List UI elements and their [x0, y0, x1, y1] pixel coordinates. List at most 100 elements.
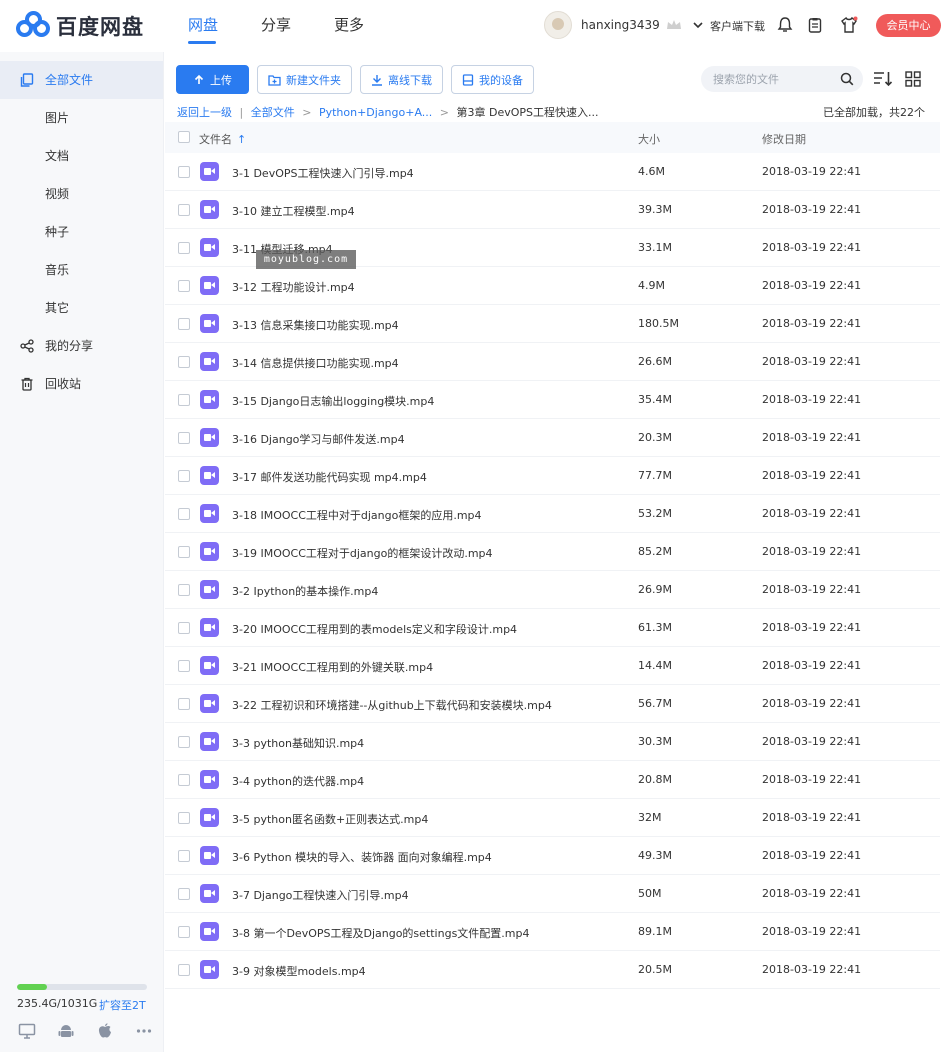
row-checkbox[interactable] [178, 850, 190, 862]
table-row[interactable]: 3-5 python匿名函数+正则表达式.mp4 32M 2018-03-19 22… [165, 799, 940, 837]
vip-center-button[interactable]: 会员中心 [876, 14, 941, 37]
table-row[interactable]: 3-16 Django学习与邮件发送.mp4 20.3M 2018-03-19 22… [165, 419, 940, 457]
table-row[interactable]: 3-6 Python 模块的导入、装饰器 面向对象编程.mp4 49.3M 2018… [165, 837, 940, 875]
row-checkbox[interactable] [178, 660, 190, 672]
grid-view-icon[interactable] [903, 70, 923, 88]
column-header-name[interactable]: 文件名 ↑ [199, 131, 246, 147]
client-download-link[interactable]: 客户端下载 [710, 18, 765, 34]
row-checkbox[interactable] [178, 394, 190, 406]
row-checkbox[interactable] [178, 280, 190, 292]
file-name[interactable]: 3-2 Ipython的基本操作.mp4 [232, 583, 378, 599]
file-name[interactable]: 3-15 Django日志输出logging模块.mp4 [232, 393, 434, 409]
sidebar-item-all-files[interactable]: 全部文件 [0, 61, 163, 99]
table-row[interactable]: 3-13 信息采集接口功能实现.mp4 180.5M 2018-03-19 22:4… [165, 305, 940, 343]
table-row[interactable]: 3-20 IMOOCC工程用到的表models定义和字段设计.mp4 61.3M 2… [165, 609, 940, 647]
sidebar-item-my-shares[interactable]: 我的分享 [0, 327, 163, 365]
offline-download-button[interactable]: 离线下载 [360, 65, 443, 94]
row-checkbox[interactable] [178, 242, 190, 254]
table-row[interactable]: 3-17 邮件发送功能代码实现 mp4.mp4 77.7M 2018-03-19 2… [165, 457, 940, 495]
row-checkbox[interactable] [178, 508, 190, 520]
column-header-size[interactable]: 大小 [638, 131, 660, 147]
row-checkbox[interactable] [178, 888, 190, 900]
desktop-icon[interactable] [18, 1022, 36, 1040]
file-name[interactable]: 3-3 python基础知识.mp4 [232, 735, 364, 751]
table-row[interactable]: 3-22 工程初识和环境搭建--从github上下载代码和安装模块.mp4 56.… [165, 685, 940, 723]
file-name[interactable]: 3-4 python的迭代器.mp4 [232, 773, 364, 789]
table-row[interactable]: 3-3 python基础知识.mp4 30.3M 2018-03-19 22:41 [165, 723, 940, 761]
nav-netdisk[interactable]: 网盘 [188, 0, 261, 52]
user-menu[interactable]: hanxing3439 [544, 11, 704, 39]
file-name[interactable]: 3-6 Python 模块的导入、装饰器 面向对象编程.mp4 [232, 849, 492, 865]
file-name[interactable]: 3-16 Django学习与邮件发送.mp4 [232, 431, 405, 447]
search-input[interactable] [713, 71, 833, 87]
table-row[interactable]: 3-19 IMOOCC工程对于django的框架设计改动.mp4 85.2M 201… [165, 533, 940, 571]
sidebar-item-images[interactable]: 图片 [0, 99, 163, 137]
row-checkbox[interactable] [178, 622, 190, 634]
bell-icon[interactable] [776, 16, 794, 34]
android-icon[interactable] [57, 1022, 75, 1040]
file-name[interactable]: 3-13 信息采集接口功能实现.mp4 [232, 317, 399, 333]
file-name[interactable]: 3-8 第一个DevOPS工程及Django的settings文件配置.mp4 [232, 925, 530, 941]
sidebar-item-documents[interactable]: 文档 [0, 137, 163, 175]
row-checkbox[interactable] [178, 736, 190, 748]
file-name[interactable]: 3-22 工程初识和环境搭建--从github上下载代码和安装模块.mp4 [232, 697, 552, 713]
sidebar-item-torrents[interactable]: 种子 [0, 213, 163, 251]
search-box[interactable] [701, 66, 863, 92]
tshirt-icon[interactable] [840, 16, 858, 34]
row-checkbox[interactable] [178, 926, 190, 938]
sidebar-item-recycle-bin[interactable]: 回收站 [0, 365, 163, 403]
expand-storage-link[interactable]: 扩容至2T [99, 997, 146, 1013]
sort-icon[interactable] [873, 70, 893, 88]
table-row[interactable]: 3-4 python的迭代器.mp4 20.8M 2018-03-19 22:41 [165, 761, 940, 799]
row-checkbox[interactable] [178, 166, 190, 178]
row-checkbox[interactable] [178, 204, 190, 216]
breadcrumb-parent[interactable]: Python+Django+A... [319, 106, 432, 119]
table-row[interactable]: 3-18 IMOOCC工程中对于django框架的应用.mp4 53.2M 2018… [165, 495, 940, 533]
file-name[interactable]: 3-21 IMOOCC工程用到的外键关联.mp4 [232, 659, 433, 675]
file-name[interactable]: 3-17 邮件发送功能代码实现 mp4.mp4 [232, 469, 427, 485]
file-name[interactable]: 3-7 Django工程快速入门引导.mp4 [232, 887, 409, 903]
table-row[interactable]: 3-2 Ipython的基本操作.mp4 26.9M 2018-03-19 22:4… [165, 571, 940, 609]
file-name[interactable]: 3-14 信息提供接口功能实现.mp4 [232, 355, 399, 371]
file-name[interactable]: 3-20 IMOOCC工程用到的表models定义和字段设计.mp4 [232, 621, 517, 637]
row-checkbox[interactable] [178, 432, 190, 444]
logo[interactable]: 百度网盘 [16, 11, 144, 41]
breadcrumb-back[interactable]: 返回上一级 [177, 106, 232, 119]
file-name[interactable]: 3-1 DevOPS工程快速入门引导.mp4 [232, 165, 414, 181]
nav-share[interactable]: 分享 [261, 0, 334, 52]
file-name[interactable]: 3-10 建立工程模型.mp4 [232, 203, 355, 219]
sidebar-item-videos[interactable]: 视频 [0, 175, 163, 213]
new-folder-button[interactable]: 新建文件夹 [257, 65, 352, 94]
row-checkbox[interactable] [178, 698, 190, 710]
more-options-icon[interactable] [135, 1022, 153, 1040]
sidebar-item-other[interactable]: 其它 [0, 289, 163, 327]
file-name[interactable]: 3-9 对象模型models.mp4 [232, 963, 366, 979]
row-checkbox[interactable] [178, 964, 190, 976]
breadcrumb-root[interactable]: 全部文件 [251, 106, 295, 119]
sidebar-item-music[interactable]: 音乐 [0, 251, 163, 289]
select-all-checkbox[interactable] [178, 131, 190, 143]
table-row[interactable]: 3-14 信息提供接口功能实现.mp4 26.6M 2018-03-19 22:41 [165, 343, 940, 381]
row-checkbox[interactable] [178, 812, 190, 824]
my-devices-button[interactable]: 我的设备 [451, 65, 534, 94]
table-row[interactable]: 3-7 Django工程快速入门引导.mp4 50M 2018-03-19 22:4… [165, 875, 940, 913]
row-checkbox[interactable] [178, 546, 190, 558]
table-row[interactable]: 3-21 IMOOCC工程用到的外键关联.mp4 14.4M 2018-03-19 … [165, 647, 940, 685]
apple-icon[interactable] [96, 1022, 114, 1040]
username[interactable]: hanxing3439 [581, 18, 660, 32]
upload-button[interactable]: 上传 [176, 65, 249, 94]
table-row[interactable]: 3-1 DevOPS工程快速入门引导.mp4 4.6M 2018-03-19 22:… [165, 153, 940, 191]
file-name[interactable]: 3-5 python匿名函数+正则表达式.mp4 [232, 811, 428, 827]
table-row[interactable]: 3-12 工程功能设计.mp4 4.9M 2018-03-19 22:41 [165, 267, 940, 305]
file-name[interactable]: 3-18 IMOOCC工程中对于django框架的应用.mp4 [232, 507, 482, 523]
file-name[interactable]: 3-12 工程功能设计.mp4 [232, 279, 355, 295]
nav-more[interactable]: 更多 [334, 0, 407, 52]
table-row[interactable]: 3-9 对象模型models.mp4 20.5M 2018-03-19 22:41 [165, 951, 940, 989]
row-checkbox[interactable] [178, 584, 190, 596]
search-icon[interactable] [840, 72, 854, 86]
chevron-down-icon[interactable] [692, 19, 704, 31]
clipboard-icon[interactable] [806, 16, 824, 34]
avatar[interactable] [544, 11, 572, 39]
table-row[interactable]: 3-10 建立工程模型.mp4 39.3M 2018-03-19 22:41 [165, 191, 940, 229]
table-row[interactable]: 3-8 第一个DevOPS工程及Django的settings文件配置.mp4 8… [165, 913, 940, 951]
